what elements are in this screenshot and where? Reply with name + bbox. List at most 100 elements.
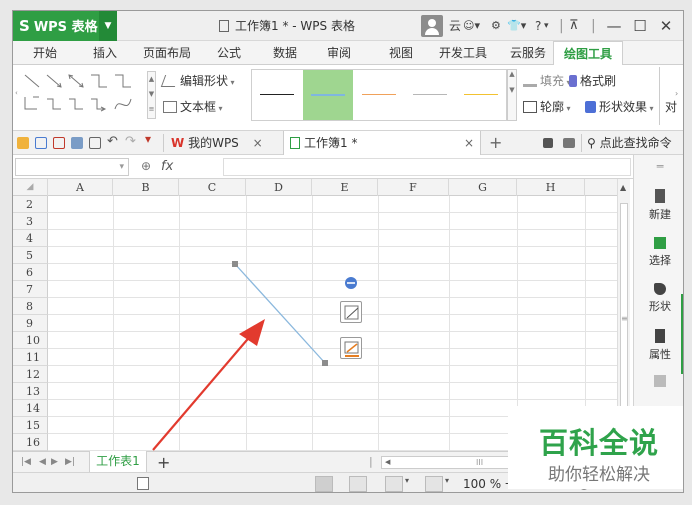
tab-list-icon[interactable]	[543, 138, 553, 148]
panel-menu-icon[interactable]: ═	[634, 159, 683, 175]
text-box-button[interactable]: 文本框 ▾	[163, 97, 223, 117]
app-name: WPS 表格	[33, 20, 98, 35]
line-start-handle[interactable]	[232, 261, 238, 267]
side-more-button[interactable]	[634, 375, 683, 390]
format-painter-label: 格式刷	[580, 74, 617, 88]
side-properties-label: 属性	[649, 348, 671, 361]
normal-view-button[interactable]	[315, 476, 333, 492]
tab-cloud[interactable]: 云服务	[503, 41, 553, 65]
doc-tab-workbook-label: 工作簿1 *	[304, 136, 358, 150]
zoom-search-icon[interactable]: ⊕	[141, 159, 151, 173]
doc-tab-workbook[interactable]: 工作簿1 * ×	[283, 131, 481, 155]
reading-view-button[interactable]	[385, 476, 403, 492]
last-sheet-icon[interactable]: ▶|	[65, 452, 75, 473]
tab-data[interactable]: 数据	[265, 41, 305, 65]
scroll-grip[interactable]: III	[476, 457, 483, 468]
next-sheet-icon[interactable]: ▶	[51, 452, 58, 473]
align-button[interactable]: 对	[665, 97, 677, 117]
edit-shape-float-button[interactable]	[340, 301, 362, 323]
tab-view[interactable]: 视图	[381, 41, 421, 65]
chevron-right-icon[interactable]: ›	[675, 89, 678, 98]
tab-drawing-tools[interactable]: 绘图工具	[553, 41, 623, 66]
side-new-button[interactable]: 新建	[634, 189, 683, 222]
chevron-down-icon[interactable]: ▾	[544, 11, 549, 41]
side-select-button[interactable]: 选择	[634, 237, 683, 268]
add-sheet-button[interactable]: +	[157, 452, 170, 473]
side-shape-button[interactable]: 形状	[634, 283, 683, 314]
print-preview-icon[interactable]	[89, 137, 101, 149]
line-style-3[interactable]	[354, 70, 404, 120]
open-folder-icon[interactable]	[17, 137, 29, 149]
close-icon[interactable]: ×	[464, 131, 474, 155]
chevron-down-icon[interactable]: ▾	[405, 476, 409, 485]
window-manager-icon[interactable]	[563, 138, 575, 148]
tab-review[interactable]: 审阅	[319, 41, 359, 65]
app-menu-button[interactable]: S WPS 表格 ▼	[13, 11, 117, 41]
redo-icon[interactable]: ↷	[125, 134, 136, 149]
formula-input[interactable]	[223, 158, 631, 176]
tab-insert[interactable]: 插入	[85, 41, 125, 65]
chevron-down-icon[interactable]: ▼	[99, 11, 117, 41]
gallery-scroll[interactable]: ▲ ▼ ≡	[147, 71, 156, 119]
window-title: 工作簿1 * - WPS 表格	[219, 11, 355, 41]
drawn-line-shape[interactable]	[234, 263, 326, 364]
line-end-handle[interactable]	[322, 360, 328, 366]
minimize-button[interactable]: —	[601, 11, 627, 41]
scroll-up-icon[interactable]: ▲	[620, 183, 626, 192]
line-shape-gallery[interactable]	[23, 69, 141, 121]
fill-button[interactable]: 填充 ▾	[523, 71, 571, 91]
sheet-tab[interactable]: 工作表1	[89, 451, 147, 473]
avatar[interactable]	[421, 15, 443, 37]
macro-record-icon[interactable]	[137, 477, 149, 490]
edit-shape-button[interactable]: 编辑形状 ▾	[160, 71, 235, 91]
cloud-label[interactable]: 云	[449, 11, 461, 41]
chevron-down-icon[interactable]: ▾	[445, 476, 449, 485]
fx-button[interactable]: fx	[161, 155, 173, 179]
close-icon[interactable]: ×	[253, 136, 263, 150]
customize-icon[interactable]: ▾	[145, 132, 151, 146]
skin-icon[interactable]: ☺▾	[463, 11, 480, 41]
close-button[interactable]: ✕	[653, 11, 679, 41]
shirt-icon[interactable]: 👕▾	[507, 11, 526, 41]
prev-sheet-icon[interactable]: ◀	[39, 452, 46, 473]
line-style-2[interactable]	[303, 70, 353, 120]
doc-tab-mywps[interactable]: W 我的WPS ×	[171, 131, 263, 155]
tab-home[interactable]: 开始	[25, 41, 65, 65]
edit-shape-icon	[160, 75, 180, 87]
line-style-gallery	[251, 69, 507, 121]
style-gallery-scroll[interactable]: ▲ ▼	[507, 69, 517, 121]
side-properties-button[interactable]: 属性	[634, 329, 683, 362]
help-button[interactable]: ?	[535, 11, 541, 41]
eye-protection-button[interactable]	[425, 476, 443, 492]
doc-tab-mywps-label: 我的WPS	[188, 136, 239, 150]
line-style-4[interactable]	[405, 70, 455, 120]
outline-button[interactable]: 轮廓 ▾	[523, 97, 571, 117]
restore-ribbon-icon[interactable]: ⊼	[569, 11, 579, 41]
outline-float-button[interactable]	[340, 337, 362, 359]
name-box[interactable]: ▾	[15, 158, 129, 176]
side-panel-toggle[interactable]	[681, 294, 683, 374]
shape-effects-button[interactable]: 形状效果 ▾	[585, 97, 654, 117]
chevron-down-icon[interactable]: ▾	[119, 162, 124, 172]
settings-icon[interactable]: ⚙	[491, 11, 501, 41]
line-style-1[interactable]	[252, 70, 302, 120]
new-tab-button[interactable]: +	[489, 131, 502, 155]
zoom-level[interactable]: 100 %	[463, 473, 501, 492]
tab-developer[interactable]: 开发工具	[435, 41, 491, 65]
print-icon[interactable]	[71, 137, 83, 149]
tab-page-layout[interactable]: 页面布局	[139, 41, 195, 65]
chevron-left-icon[interactable]: ‹	[15, 89, 18, 97]
page-break-view-button[interactable]	[349, 476, 367, 492]
command-search[interactable]: ⚲ 点此查找命令	[587, 131, 672, 155]
format-painter-button[interactable]: 格式刷	[569, 71, 616, 91]
first-sheet-icon[interactable]: |◀	[21, 452, 31, 473]
new-doc-icon	[655, 189, 665, 203]
scroll-left-icon[interactable]: ◀	[385, 457, 390, 468]
tab-formulas[interactable]: 公式	[209, 41, 249, 65]
save-icon[interactable]	[35, 137, 47, 149]
text-box-icon	[163, 101, 177, 113]
export-pdf-icon[interactable]	[53, 137, 65, 149]
undo-icon[interactable]: ↶	[107, 134, 118, 149]
line-style-5[interactable]	[456, 70, 506, 120]
maximize-button[interactable]: ☐	[627, 11, 653, 41]
